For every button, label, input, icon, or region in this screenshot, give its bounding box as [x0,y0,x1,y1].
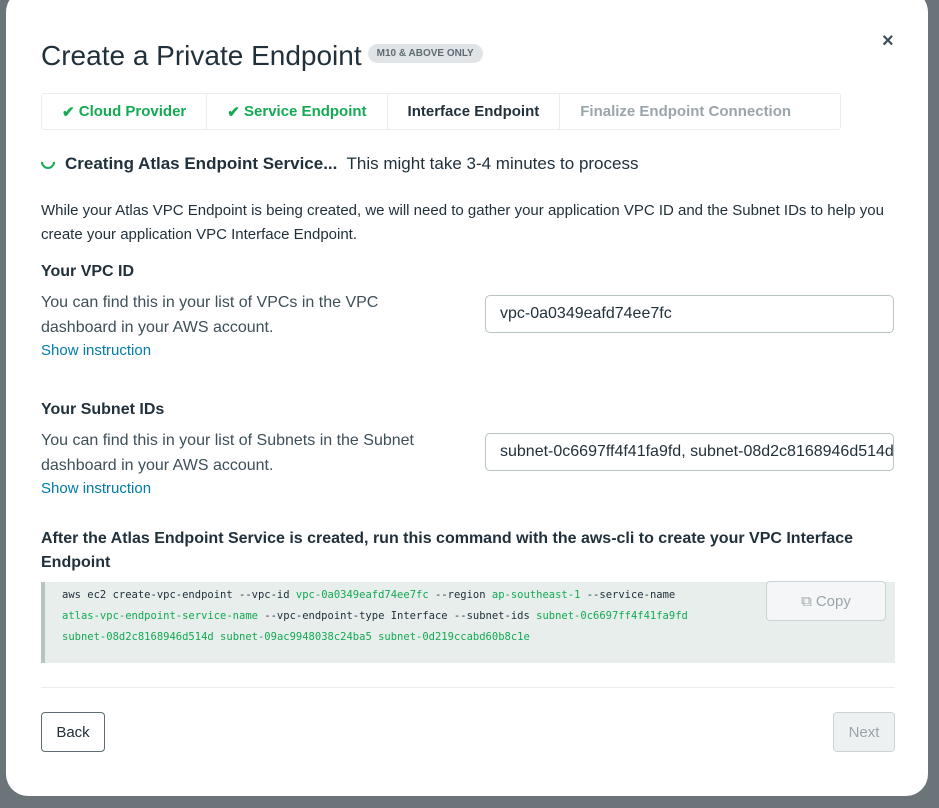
intro-text: While your Atlas VPC Endpoint is being c… [41,202,884,243]
spinner-icon [38,152,58,172]
code-vpc: vpc-0a0349eafd74ee7fc [295,589,429,601]
code-text: --service-name [580,589,676,601]
subnet-show-instruction-link[interactable]: Show instruction [41,480,151,497]
tier-badge: M10 & ABOVE ONLY [367,44,483,64]
code-subnet: subnet-09ac9948038c24ba5 [220,631,372,643]
vpc-id-input[interactable]: vpc-0a0349eafd74ee7fc [485,295,894,333]
back-button[interactable]: Back [41,712,105,752]
command-title: After the Atlas Endpoint Service is crea… [41,530,854,571]
step-interface-endpoint: Interface Endpoint [388,94,561,129]
code-subnet: subnet-0d219ccabd60b8c1e [378,631,530,643]
private-endpoint-modal: × Create a Private Endpoint M10 & ABOVE O… [6,0,928,796]
code-text: --vpc-endpoint-type Interface --subnet-i… [257,610,537,622]
vpc-id-description: You can find this in your list of VPCs i… [41,294,379,336]
subnet-ids-label: Your Subnet IDs [41,401,165,418]
check-icon: ✔ [227,103,240,121]
subnet-ids-input[interactable]: subnet-0c6697ff4f41fa9fd, subnet-08d2c81… [485,433,894,471]
status-title: Creating Atlas Endpoint Service... [65,154,338,173]
next-button[interactable]: Next [833,712,895,752]
step-label: Service Endpoint [244,103,367,120]
title-text: Create a Private Endpoint [41,40,362,71]
copy-icon: ⧉ [801,592,812,610]
subnet-ids-description: You can find this in your list of Subnet… [41,432,414,474]
code-region: ap-southeast-1 [491,589,581,601]
creation-status: Creating Atlas Endpoint Service... This … [38,152,639,174]
code-text: --region [428,589,492,601]
check-icon: ✔ [62,103,75,121]
step-service-endpoint: ✔ Service Endpoint [207,94,388,129]
step-finalize: Finalize Endpoint Connection [580,103,792,120]
vpc-id-label: Your VPC ID [41,263,135,280]
code-text: aws ec2 create-vpc-endpoint --vpc-id [62,589,296,601]
code-subnet: subnet-0c6697ff4f41fa9fd [536,610,688,622]
vpc-show-instruction-link[interactable]: Show instruction [41,342,151,359]
copy-button[interactable]: ⧉ Copy [766,581,886,621]
close-icon[interactable]: × [882,30,894,53]
wizard-steps: ✔ Cloud Provider ✔ Service Endpoint Inte… [41,93,841,130]
step-cloud-provider: ✔ Cloud Provider [42,94,208,129]
status-text: This might take 3-4 minutes to process [346,154,639,173]
copy-label: Copy [815,592,851,610]
modal-title: Create a Private Endpoint M10 & ABOVE ONL… [41,40,483,72]
step-label: Cloud Provider [78,103,187,120]
code-subnet: subnet-08d2c8168946d514d [62,631,214,643]
code-service: atlas-vpc-endpoint-service-name [62,610,258,622]
divider [41,687,895,688]
